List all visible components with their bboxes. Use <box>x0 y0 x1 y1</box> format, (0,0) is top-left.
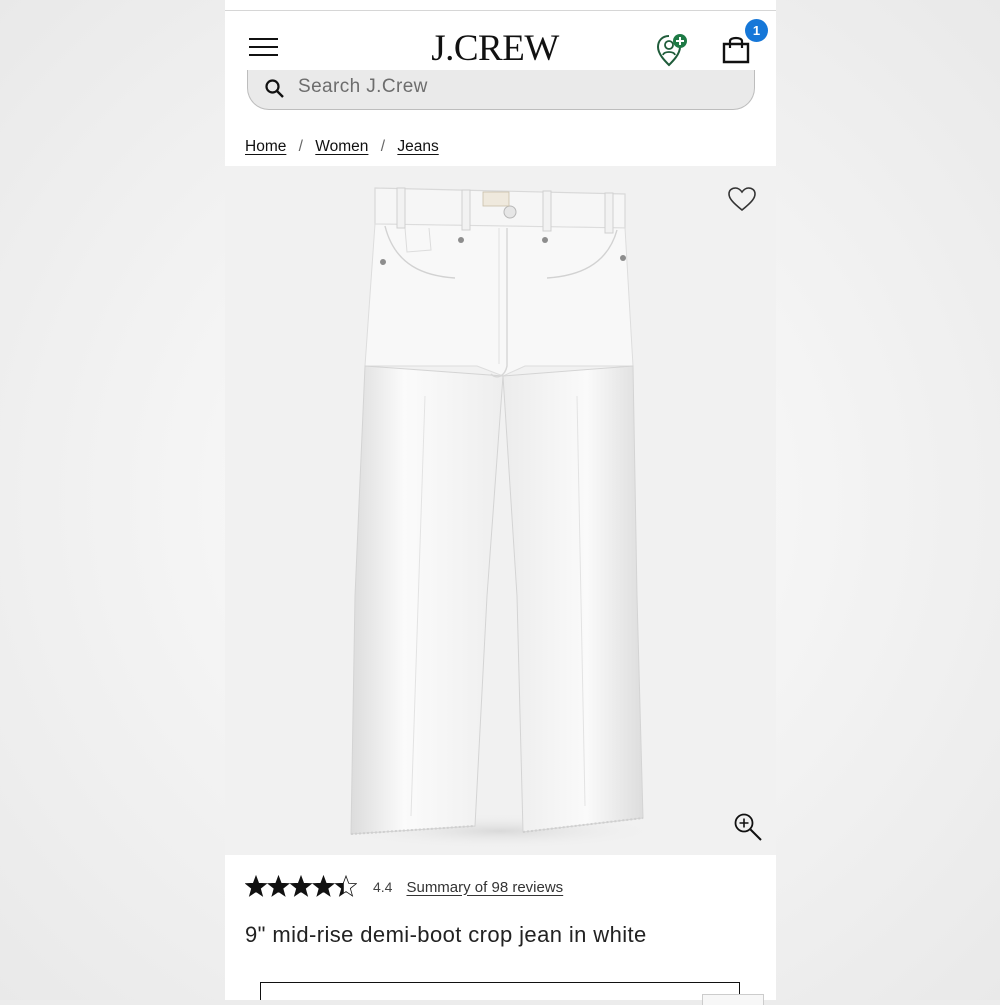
rating-row: 4.4 Summary of 98 reviews <box>245 875 563 899</box>
jeans-illustration <box>340 187 660 849</box>
site-logo[interactable]: J.CREW <box>395 27 595 70</box>
breadcrumb-separator: / <box>380 138 386 155</box>
product-title: 9" mid-rise demi-boot crop jean in white <box>245 922 647 947</box>
hamburger-menu-icon[interactable] <box>249 38 279 58</box>
reviews-summary-link[interactable]: Summary of 98 reviews <box>406 879 563 896</box>
search-placeholder: Search J.Crew <box>298 76 428 97</box>
shopping-bag-icon[interactable] <box>721 34 751 64</box>
top-divider <box>225 10 776 11</box>
breadcrumb-women[interactable]: Women <box>315 138 368 155</box>
mobile-page: J.CREW 1 Search J.Crew Home / Women / Je… <box>225 0 776 1000</box>
breadcrumb: Home / Women / Jeans <box>245 138 439 156</box>
size-selector-box[interactable] <box>260 982 740 1000</box>
star-filled-icon <box>268 876 289 896</box>
star-filled-icon <box>313 876 334 896</box>
zoom-in-icon[interactable] <box>733 812 763 842</box>
bag-count-badge: 1 <box>745 19 768 42</box>
star-filled-icon <box>290 876 312 896</box>
account-icon[interactable] <box>655 32 691 68</box>
star-filled-icon <box>245 876 267 896</box>
search-icon <box>265 79 284 98</box>
heart-icon[interactable] <box>727 186 757 212</box>
product-image[interactable] <box>225 166 776 855</box>
star-rating <box>245 875 357 897</box>
breadcrumb-home[interactable]: Home <box>245 138 286 155</box>
breadcrumb-jeans[interactable]: Jeans <box>397 138 438 155</box>
search-input[interactable]: Search J.Crew <box>247 70 755 110</box>
rating-value: 4.4 <box>373 879 393 895</box>
breadcrumb-separator: / <box>298 138 303 155</box>
